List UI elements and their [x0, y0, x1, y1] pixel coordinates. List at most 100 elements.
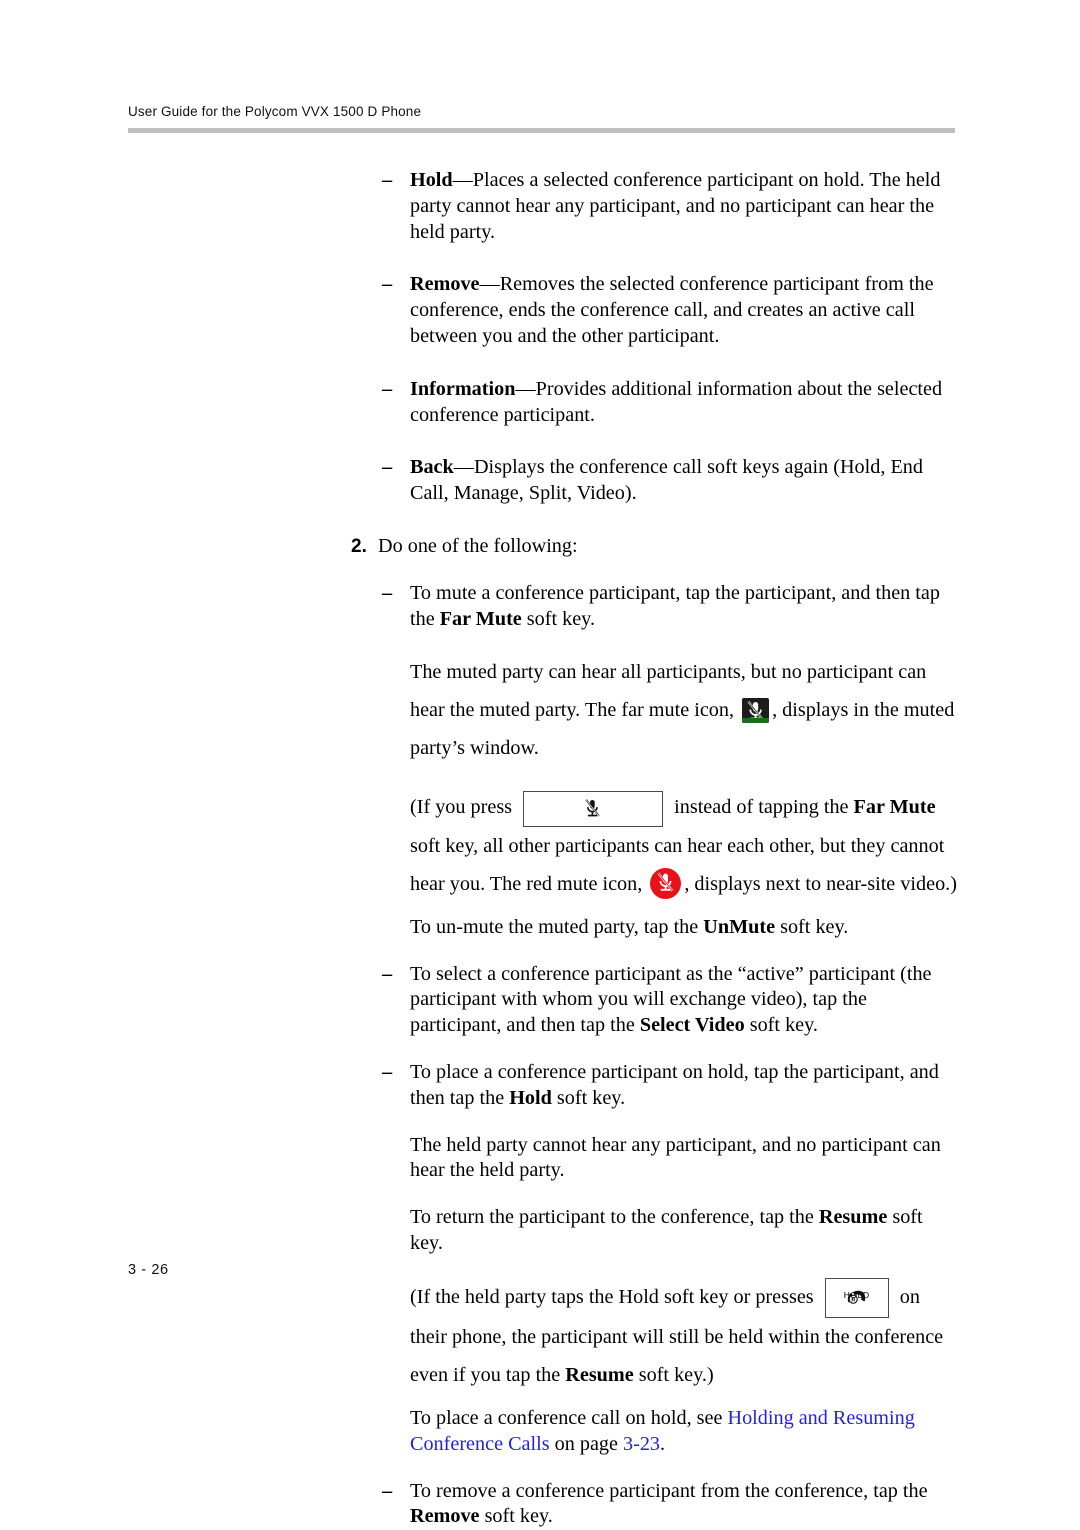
paragraph-crossref: To place a conference call on hold, see …	[0, 1406, 1080, 1458]
running-header-title: User Guide for the Polycom VVX 1500 D Ph…	[128, 104, 422, 119]
term-separator: —	[515, 377, 536, 400]
crossref-page-link[interactable]: 3-23	[623, 1433, 660, 1455]
crossref-paragraph: To place a conference call on hold, see …	[410, 1406, 960, 1458]
dash-bullet-marker: –	[382, 377, 393, 400]
list-item: – Remove—Removes the selected conference…	[0, 272, 1080, 349]
unmute-paragraph: To un-mute the muted party, tap the UnMu…	[410, 915, 960, 941]
dash-bullet-marker: –	[382, 1060, 393, 1083]
dash-bullet-marker: –	[382, 962, 393, 985]
far-mute-line2-lead: the muted party. The far mute icon,	[449, 699, 740, 722]
crossref-lead: To place a conference call on hold, see	[410, 1407, 728, 1430]
list-item-text: Remove—Removes the selected conference p…	[410, 272, 960, 349]
list-item-text: To mute a conference participant, tap th…	[410, 581, 960, 633]
step-text: Do one of the following:	[378, 534, 578, 557]
softkey-name: Select Video	[639, 1014, 745, 1037]
list-item: – Back—Displays the conference call soft…	[0, 455, 1080, 507]
list-item-text: To place a conference participant on hol…	[410, 1060, 960, 1112]
page-header: User Guide for the Polycom VVX 1500 D Ph…	[128, 104, 958, 133]
list-item: – To select a conference participant as …	[0, 962, 1080, 1039]
list-item: – To place a conference participant on h…	[0, 1060, 1080, 1112]
unmute-tail: soft key.	[775, 915, 849, 938]
resume-lead: To return the participant to the confere…	[410, 1206, 819, 1229]
list-item-text: To select a conference participant as th…	[410, 962, 960, 1039]
step-number: 2.	[351, 535, 367, 557]
hold-note-lead: (If the held party taps the Hold soft ke…	[410, 1285, 819, 1308]
softkey-term: Information	[410, 377, 516, 400]
mute-key-paragraph: (If you press instead of tapping the Far…	[410, 788, 960, 902]
mute-note-lead: (If you press	[410, 796, 518, 819]
list-item-tail: soft key.	[521, 607, 596, 630]
list-item: – Information—Provides additional inform…	[0, 377, 1080, 429]
softkey-term: Hold	[410, 169, 453, 191]
softkey-name: UnMute	[703, 915, 776, 938]
term-separator: —	[479, 273, 500, 296]
mute-note-mid: instead of tapping the	[669, 796, 854, 819]
far-mute-icon	[742, 698, 770, 724]
list-item-text: Back—Displays the conference call soft k…	[410, 455, 960, 507]
term-separator: —	[452, 169, 473, 191]
red-mute-icon	[650, 867, 682, 899]
numbered-step: 2. Do one of the following:	[0, 534, 1080, 560]
crossref-mid: on page	[549, 1432, 624, 1455]
far-mute-line3: party’s window.	[410, 737, 539, 760]
unmute-lead: To un-mute the muted party, tap the	[410, 915, 704, 938]
softkey-name: Hold	[509, 1086, 552, 1109]
far-mute-icon-accent	[742, 718, 770, 724]
paragraph-resume: To return the participant to the confere…	[0, 1205, 1080, 1257]
list-item: – To remove a conference participant fro…	[0, 1479, 1080, 1530]
crossref-end: .	[660, 1432, 666, 1455]
paragraph-far-mute: The muted party can hear all participant…	[0, 653, 1080, 767]
list-item-body: Places a selected conference participant…	[410, 169, 941, 243]
hold-key-paragraph: (If the held party taps the Hold soft ke…	[410, 1278, 960, 1394]
dash-bullet-marker: –	[382, 273, 393, 296]
softkey-name: Remove	[410, 1505, 480, 1528]
list-item: – To mute a conference participant, tap …	[0, 581, 1080, 633]
list-item-body: To remove a conference participant from …	[410, 1479, 928, 1502]
paragraph-hold-key-note: (If the held party taps the Hold soft ke…	[0, 1278, 1080, 1394]
dash-bullet-marker: –	[382, 456, 393, 479]
list-item-body: Displays the conference call soft keys a…	[410, 456, 923, 505]
hold-body-line1: The held party cannot hear any participa…	[410, 1133, 941, 1182]
far-mute-paragraph: The muted party can hear all participant…	[410, 653, 960, 767]
paragraph-hold-body: The held party cannot hear any participa…	[0, 1133, 1080, 1185]
resume-paragraph: To return the participant to the confere…	[410, 1205, 960, 1257]
list-item-body: To place a conference participant on hol…	[410, 1060, 939, 1109]
list-item: – Hold—Places a selected conference part…	[0, 168, 1080, 245]
paragraph-unmute: To un-mute the muted party, tap the UnMu…	[0, 915, 1080, 941]
softkey-name: Far Mute	[853, 796, 936, 819]
far-mute-line2-tail: , displays in the muted	[772, 699, 955, 722]
list-item-tail: soft key.	[744, 1014, 818, 1037]
softkey-name: Resume	[565, 1364, 634, 1387]
list-item-text: To remove a conference participant from …	[410, 1479, 960, 1530]
hold-note-end: soft key.)	[633, 1364, 714, 1387]
softkey-name: Far Mute	[439, 607, 522, 630]
dash-bullet-marker: –	[382, 169, 393, 191]
header-divider	[128, 128, 955, 133]
term-separator: —	[453, 456, 474, 479]
list-item-tail: soft key.	[551, 1086, 626, 1109]
paragraph-mute-key-note: (If you press instead of tapping the Far…	[0, 788, 1080, 902]
mute-key-icon	[523, 790, 664, 827]
dash-bullet-marker: –	[382, 1479, 393, 1502]
dash-bullet-marker: –	[382, 581, 393, 604]
hold-key-icon: HOLD	[824, 1278, 889, 1319]
softkey-name: Resume	[818, 1206, 888, 1229]
page-number-footer: 3 - 26	[128, 1262, 169, 1278]
list-item-tail: soft key.	[479, 1505, 553, 1528]
hold-key-caption: HOLD	[843, 1290, 870, 1301]
page-content: – Hold—Places a selected conference part…	[0, 168, 1080, 1530]
mute-note-tail: , displays next to near-site video.)	[684, 872, 957, 895]
list-item-text: Information—Provides additional informat…	[410, 377, 960, 429]
